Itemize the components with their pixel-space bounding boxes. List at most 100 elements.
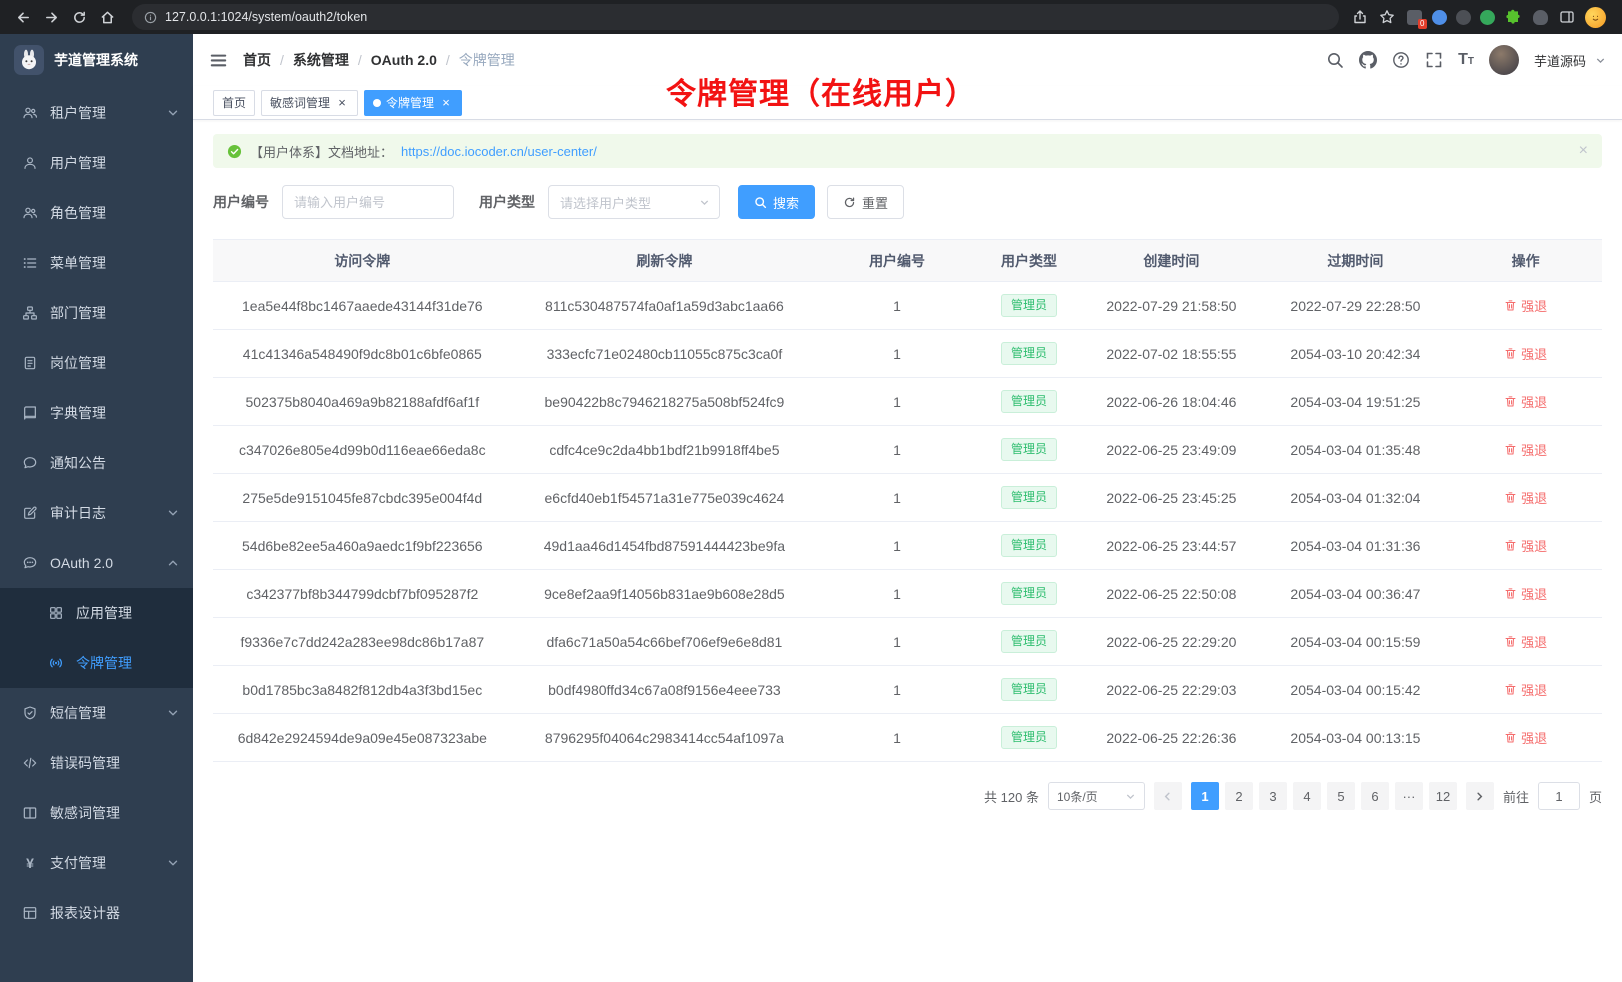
tab-label: 令牌管理	[386, 94, 434, 111]
user-icon	[22, 155, 38, 171]
tab-1[interactable]: 敏感词管理×	[261, 90, 358, 116]
force-logout-button[interactable]: 强退	[1504, 344, 1547, 363]
sidebar-item-11[interactable]: 错误码管理	[0, 738, 193, 788]
force-logout-button[interactable]: 强退	[1504, 488, 1547, 507]
sidebar-item-14[interactable]: 报表设计器	[0, 888, 193, 938]
sidebar-item-12[interactable]: 敏感词管理	[0, 788, 193, 838]
bookmark-star-icon[interactable]	[1378, 8, 1396, 26]
user-type-cell: 管理员	[977, 378, 1081, 426]
back-button[interactable]	[10, 5, 36, 29]
user-id-input[interactable]	[282, 185, 454, 219]
share-icon[interactable]	[1351, 8, 1369, 26]
sidebar-item-7[interactable]: 通知公告	[0, 438, 193, 488]
user-type-cell: 管理员	[977, 330, 1081, 378]
reset-button[interactable]: 重置	[827, 185, 904, 219]
url-bar[interactable]: 127.0.0.1:1024/system/oauth2/token	[132, 4, 1339, 30]
user-type-cell: 管理员	[977, 618, 1081, 666]
page-button[interactable]: 3	[1259, 782, 1287, 810]
sidebar-item-4[interactable]: 部门管理	[0, 288, 193, 338]
extension-paw-icon[interactable]	[1531, 8, 1549, 26]
username[interactable]: 芋道源码	[1534, 51, 1586, 70]
trash-icon	[1504, 443, 1517, 456]
force-logout-button[interactable]: 强退	[1504, 536, 1547, 555]
page-content: 【用户体系】文档地址： https://doc.iocoder.cn/user-…	[193, 120, 1622, 810]
sidebar-toggle-button[interactable]	[209, 51, 228, 70]
table-row: f9336e7c7dd242a283ee98dc86b17a87dfa6c71a…	[213, 618, 1602, 666]
refresh-token-cell: 333ecfc71e02480cb11055c875c3ca0f	[512, 330, 818, 378]
page-button[interactable]: 12	[1429, 782, 1457, 810]
sidebar-item-13[interactable]: ¥支付管理	[0, 838, 193, 888]
table-row: 1ea5e44f8bc1467aaede43144f31de76811c5304…	[213, 282, 1602, 330]
force-logout-button[interactable]: 强退	[1504, 392, 1547, 411]
close-icon[interactable]: ×	[335, 96, 349, 110]
sidebar-item-10[interactable]: 短信管理	[0, 688, 193, 738]
access-token-cell: 6d842e2924594de9a09e45e087323abe	[213, 714, 512, 762]
expire-time-cell: 2054-03-04 19:51:25	[1262, 378, 1450, 426]
breadcrumb-item[interactable]: OAuth 2.0	[371, 52, 437, 68]
extension-green-icon[interactable]	[1480, 10, 1495, 25]
home-button[interactable]	[94, 5, 120, 29]
action-cell: 强退	[1449, 522, 1602, 570]
app-logo-area[interactable]: 芋道管理系统	[0, 34, 193, 86]
extensions-puzzle-icon[interactable]	[1504, 8, 1522, 26]
page-size-select[interactable]: 10条/页	[1048, 782, 1145, 810]
force-logout-button[interactable]: 强退	[1504, 440, 1547, 459]
doc-alert: 【用户体系】文档地址： https://doc.iocoder.cn/user-…	[213, 134, 1602, 168]
sidebar-item-6[interactable]: 字典管理	[0, 388, 193, 438]
extension-badged-icon[interactable]: 0	[1405, 8, 1423, 26]
tab-2[interactable]: 令牌管理 ×	[364, 90, 462, 116]
list-icon	[22, 255, 38, 271]
sidebar-item-2[interactable]: 角色管理	[0, 188, 193, 238]
breadcrumb-item[interactable]: 系统管理	[293, 50, 349, 70]
page-button[interactable]: 1	[1191, 782, 1219, 810]
user-avatar[interactable]	[1489, 45, 1519, 75]
next-page-button[interactable]	[1466, 782, 1494, 810]
browser-profile-avatar[interactable]	[1585, 7, 1606, 28]
search-icon[interactable]	[1326, 51, 1344, 69]
reload-button[interactable]	[66, 5, 92, 29]
chevron-down-icon[interactable]	[1595, 55, 1606, 66]
sidebar-item-9[interactable]: OAuth 2.0	[0, 538, 193, 588]
pagination-ellipsis[interactable]: ···	[1395, 782, 1423, 810]
breadcrumb-item[interactable]: 首页	[243, 50, 271, 70]
sidebar-item-8[interactable]: 审计日志	[0, 488, 193, 538]
fullscreen-icon[interactable]	[1425, 51, 1443, 69]
user-type-badge: 管理员	[1001, 678, 1057, 701]
expire-time-cell: 2054-03-04 00:13:15	[1262, 714, 1450, 762]
tab-0[interactable]: 首页	[213, 90, 255, 116]
close-icon[interactable]: ×	[439, 96, 453, 110]
forward-button[interactable]	[38, 5, 64, 29]
page-button[interactable]: 2	[1225, 782, 1253, 810]
help-icon[interactable]	[1392, 51, 1410, 69]
sidebar-item-5[interactable]: 岗位管理	[0, 338, 193, 388]
sidebar-subitem-9-0[interactable]: 应用管理	[0, 588, 193, 638]
github-icon[interactable]	[1359, 51, 1377, 69]
page-button[interactable]: 5	[1327, 782, 1355, 810]
extension-dark-icon[interactable]	[1456, 10, 1471, 25]
sidebar-item-0[interactable]: 租户管理	[0, 88, 193, 138]
column-header: 用户类型	[977, 240, 1081, 282]
user-type-select[interactable]: 请选择用户类型	[548, 185, 720, 219]
force-logout-button[interactable]: 强退	[1504, 728, 1547, 747]
force-logout-button[interactable]: 强退	[1504, 680, 1547, 699]
side-panel-icon[interactable]	[1558, 8, 1576, 26]
user-id-cell: 1	[817, 618, 977, 666]
comment-icon	[22, 555, 38, 571]
page-button[interactable]: 4	[1293, 782, 1321, 810]
search-button[interactable]: 搜索	[738, 185, 815, 219]
force-logout-button[interactable]: 强退	[1504, 584, 1547, 603]
prev-page-button[interactable]	[1154, 782, 1182, 810]
extension-blue-icon[interactable]	[1432, 10, 1447, 25]
page-button[interactable]: 6	[1361, 782, 1389, 810]
font-size-icon[interactable]: TT	[1458, 52, 1474, 68]
table-body: 1ea5e44f8bc1467aaede43144f31de76811c5304…	[213, 282, 1602, 762]
sidebar-item-label: 错误码管理	[50, 753, 120, 773]
goto-page-input[interactable]	[1538, 782, 1580, 810]
force-logout-button[interactable]: 强退	[1504, 296, 1547, 315]
force-logout-button[interactable]: 强退	[1504, 632, 1547, 651]
close-icon[interactable]: ×	[1579, 143, 1588, 159]
alert-doc-link[interactable]: https://doc.iocoder.cn/user-center/	[401, 144, 597, 159]
sidebar-subitem-9-1[interactable]: 令牌管理	[0, 638, 193, 688]
sidebar-item-1[interactable]: 用户管理	[0, 138, 193, 188]
sidebar-item-3[interactable]: 菜单管理	[0, 238, 193, 288]
